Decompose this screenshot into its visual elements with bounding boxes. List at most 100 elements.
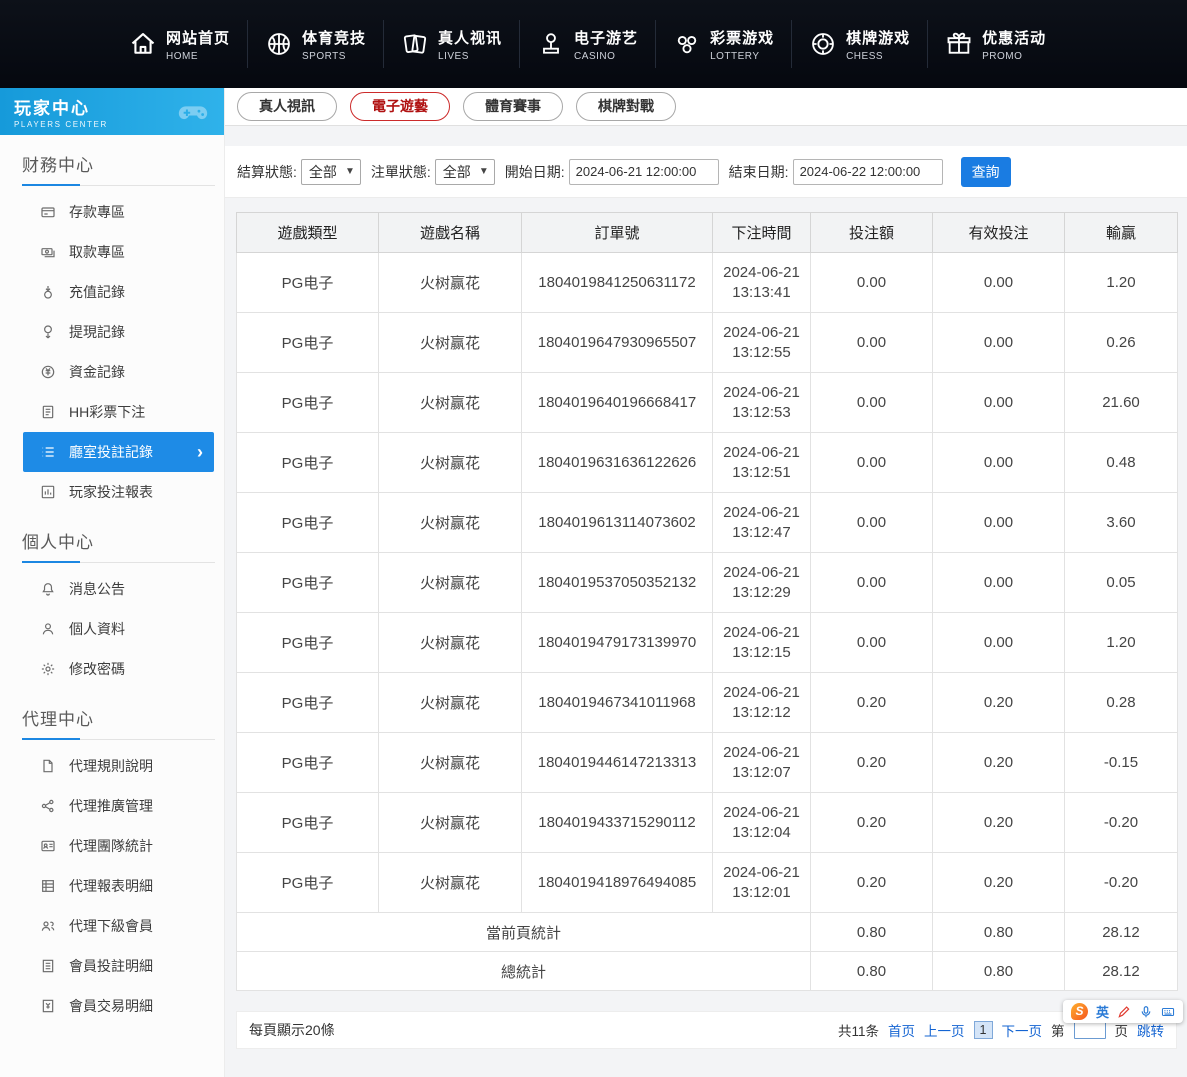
cell-win-loss: 0.28 [1065,673,1178,733]
table-row: PG电子火树赢花18040194673410119682024-06-2113:… [237,673,1178,733]
sidebar-item-room-bet-record[interactable]: 廳室投註記錄› [23,432,214,472]
doc-icon [40,758,56,774]
jump-prefix-label: 第 [1051,1020,1065,1040]
cell-bet-time: 2024-06-2113:12:29 [713,553,811,613]
sidebar-item-hh-lottery-bet[interactable]: HH彩票下注 [23,392,214,432]
next-page-link[interactable]: 下一页 [1002,1020,1043,1040]
sidebar-item-agent-team-stats[interactable]: 代理團隊統計 [23,826,214,866]
table-header-row: 遊戲類型遊戲名稱訂單號下注時間投注額有效投注輸贏 [237,213,1178,253]
sidebar-item-deposit[interactable]: 存款專區 [23,192,214,232]
gear-icon [40,661,56,677]
sidebar-item-member-transactions[interactable]: 會員交易明細 [23,986,214,1026]
lottery-icon [673,30,701,58]
tab-live[interactable]: 真人視訊 [237,92,337,121]
first-page-link[interactable]: 首页 [888,1020,915,1040]
cell-game-name: 火树赢花 [379,433,522,493]
cell-valid-bet: 0.00 [933,553,1065,613]
prev-page-link[interactable]: 上一页 [924,1020,965,1040]
nav-item-casino[interactable]: 电子游艺CASINO [519,20,655,68]
summary-win: 28.12 [1065,913,1178,952]
sidebar-item-agent-sub-members[interactable]: 代理下級會員 [23,906,214,946]
nav-item-promo[interactable]: 优惠活动PROMO [927,20,1063,68]
cell-game-name: 火树赢花 [379,373,522,433]
nav-item-chess[interactable]: 棋牌游戏CHESS [791,20,927,68]
jump-link[interactable]: 跳转 [1137,1020,1164,1040]
cell-bet-amount: 0.00 [811,433,933,493]
summary-valid: 0.80 [933,913,1065,952]
sidebar-item-agent-rules[interactable]: 代理規則說明 [23,746,214,786]
bet-time: 13:12:29 [715,583,808,603]
ime-toolbar: S 英 [1063,1000,1183,1023]
sidebar-item-agent-report-detail[interactable]: 代理報表明細 [23,866,214,906]
cell-order-no: 1804019841250631172 [522,253,713,313]
bet-time: 13:12:01 [715,883,808,903]
end-date-input[interactable] [793,159,943,185]
order-status-label: 注單狀態: [371,162,431,182]
sidebar-item-member-bet-detail[interactable]: 會員投註明細 [23,946,214,986]
tab-sports[interactable]: 體育賽事 [463,92,563,121]
column-header: 遊戲名稱 [379,213,522,253]
gamepad-icon [176,95,210,129]
cell-bet-time: 2024-06-2113:12:15 [713,613,811,673]
order-status-select[interactable]: 全部 ▼ [435,159,495,185]
nav-item-lottery[interactable]: 彩票游戏LOTTERY [655,20,791,68]
sidebar-item-withdrawal-record[interactable]: 提現記錄 [23,312,214,352]
sidebar-item-announcements[interactable]: 消息公告 [23,569,214,609]
cell-game-type: PG电子 [237,553,379,613]
sidebar-item-label: 存款專區 [69,202,125,222]
summary-valid: 0.80 [933,952,1065,991]
nav-item-text: 优惠活动PROMO [982,27,1046,62]
sports-icon [265,30,293,58]
table-footer: 每頁顯示20條 共11条 首页 上一页 1 下一页 第 页 跳转 [236,1011,1177,1049]
mic-icon[interactable] [1139,1005,1153,1019]
bet-date: 2024-06-21 [715,743,808,763]
sidebar-item-agent-promotion[interactable]: 代理推廣管理 [23,786,214,826]
nav-item-home[interactable]: 网站首页HOME [112,20,247,68]
nav-item-label: 棋牌游戏 [846,27,910,48]
bet-date: 2024-06-21 [715,263,808,283]
nav-item-sublabel: HOME [166,51,230,62]
cell-game-type: PG电子 [237,493,379,553]
ime-language-toggle[interactable]: 英 [1096,1002,1109,1021]
cell-game-type: PG电子 [237,613,379,673]
sidebar-item-funds-record[interactable]: 資金記錄 [23,352,214,392]
nav-item-label: 体育竞技 [302,27,366,48]
sidebar-item-profile[interactable]: 個人資料 [23,609,214,649]
nav-item-sports[interactable]: 体育竞技 SPORTS [247,20,383,68]
cell-game-type: PG电子 [237,433,379,493]
nav-item-text: 真人视讯LIVES [438,27,502,62]
tab-board[interactable]: 棋牌對戰 [576,92,676,121]
bet-date: 2024-06-21 [715,383,808,403]
cell-order-no: 1804019647930965507 [522,313,713,373]
cell-game-type: PG电子 [237,793,379,853]
share-icon [40,798,56,814]
table-row: PG电子火树赢花18040196316361226262024-06-2113:… [237,433,1178,493]
pen-icon[interactable] [1117,1005,1131,1019]
cell-bet-amount: 0.00 [811,313,933,373]
start-date-input[interactable] [569,159,719,185]
nav-item-lives[interactable]: 真人视讯LIVES [383,20,519,68]
bet-date: 2024-06-21 [715,563,808,583]
sidebar-item-withdraw[interactable]: 取款專區 [23,232,214,272]
chess-icon [809,30,837,58]
search-button[interactable]: 查詢 [961,157,1011,187]
nav-item-text: 棋牌游戏CHESS [846,27,910,62]
sidebar-item-player-bet-report[interactable]: 玩家投注報表 [23,472,214,512]
nav-item-sublabel: SPORTS [302,51,366,62]
page-size-label: 每頁顯示20條 [249,1020,335,1040]
chevron-down-icon: ▼ [479,166,489,177]
page-jump-input[interactable] [1074,1021,1106,1039]
sogou-logo-icon[interactable]: S [1071,1003,1088,1020]
section-heading: 代理中心 [22,705,215,740]
keyboard-icon[interactable] [1161,1005,1175,1019]
nav-item-label: 电子游艺 [574,27,638,48]
settle-status-select[interactable]: 全部 ▼ [301,159,361,185]
cell-game-name: 火树赢花 [379,553,522,613]
sidebar-item-change-password[interactable]: 修改密碼 [23,649,214,689]
settle-status-value: 全部 [309,162,337,182]
sidebar-item-recharge-record[interactable]: 充值記錄 [23,272,214,312]
column-header: 投注額 [811,213,933,253]
tab-egame[interactable]: 電子遊藝 [350,92,450,121]
cell-win-loss: 3.60 [1065,493,1178,553]
bet-date: 2024-06-21 [715,443,808,463]
